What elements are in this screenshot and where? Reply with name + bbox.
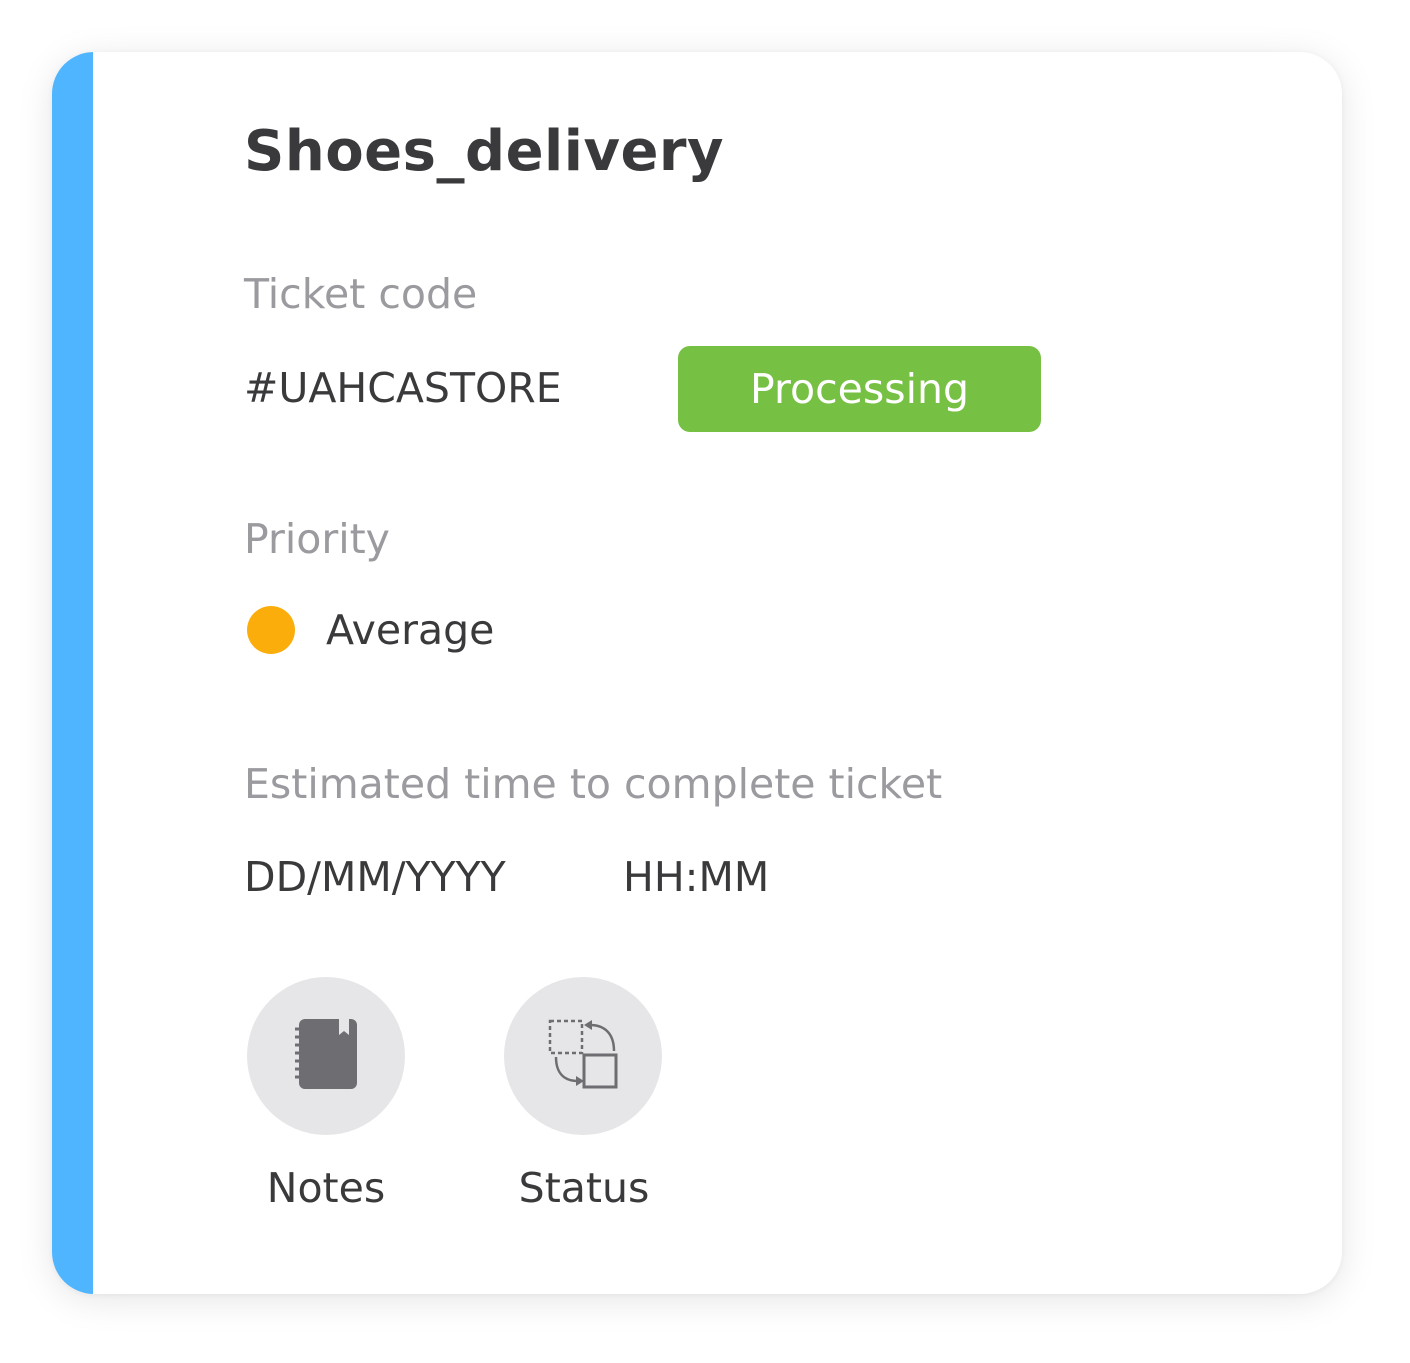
swap-status-icon	[546, 1017, 620, 1095]
status-label: Status	[518, 1164, 650, 1212]
ticket-code-value: #UAHCASTORE	[244, 364, 562, 412]
estimate-label: Estimated time to complete ticket	[244, 760, 943, 808]
notes-button[interactable]	[247, 977, 405, 1135]
date-field[interactable]: DD/MM/YYYY	[244, 857, 506, 898]
ticket-title: Shoes_delivery	[244, 119, 725, 184]
priority-label: Priority	[244, 515, 390, 563]
accent-bar	[52, 52, 93, 1294]
notes-label: Notes	[266, 1164, 386, 1212]
priority-indicator-dot	[247, 606, 295, 654]
status-badge: Processing	[678, 346, 1041, 432]
ticket-card: Shoes_delivery Ticket code #UAHCASTORE P…	[52, 52, 1342, 1294]
ticket-code-label: Ticket code	[244, 270, 478, 318]
notebook-icon	[293, 1017, 359, 1095]
time-field[interactable]: HH:MM	[623, 857, 769, 898]
priority-value: Average	[326, 606, 495, 654]
status-button[interactable]	[504, 977, 662, 1135]
